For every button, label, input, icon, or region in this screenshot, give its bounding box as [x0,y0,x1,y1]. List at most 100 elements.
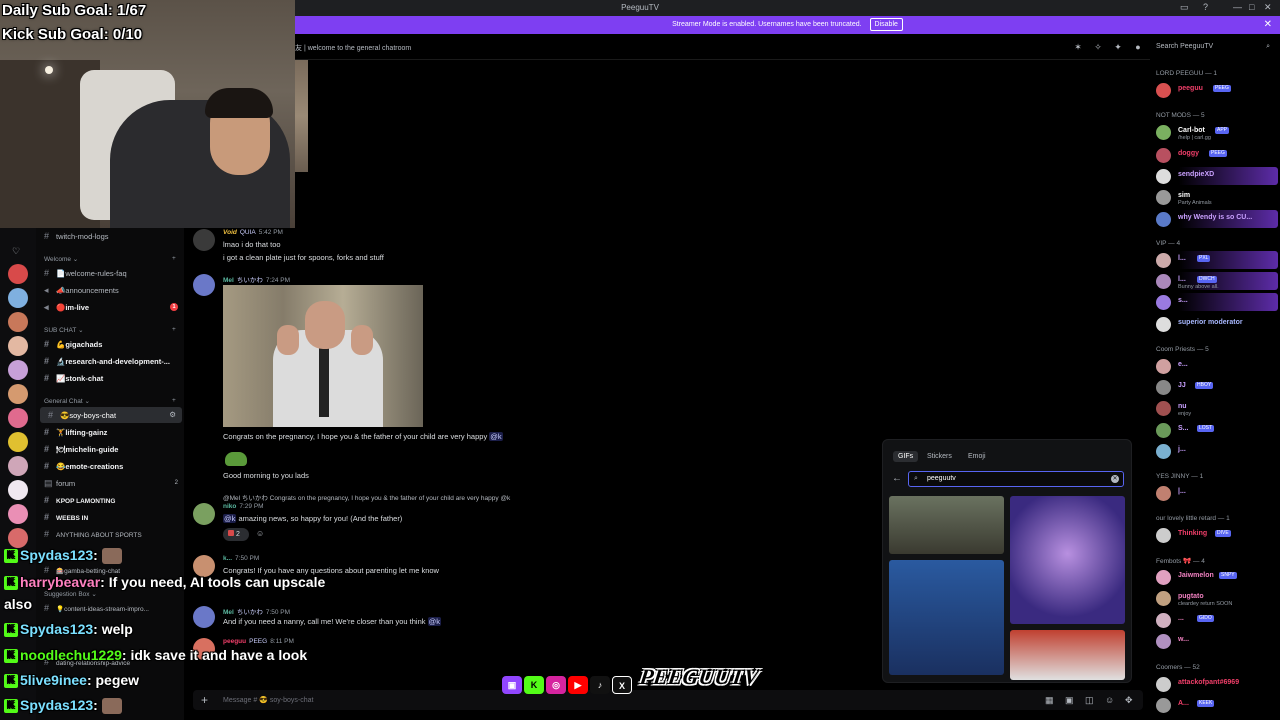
member-item[interactable]: doggy PEEG [1154,146,1278,164]
channel-twitch-mod-logs[interactable]: # twitch-mod-logs [36,228,184,244]
reply-preview[interactable]: @Mel ちいかわ Congrats on the pregnancy, I h… [223,492,510,502]
category-welcome[interactable]: Welcome ⌄ + [44,255,176,263]
channel-content-ideas[interactable]: # 💡content-ideas-stream-impro... [36,600,184,616]
server-icon[interactable] [8,456,28,476]
threads-icon[interactable]: ✶ [1073,42,1083,52]
avatar[interactable] [193,274,215,296]
emoji-icon[interactable]: ☺ [1105,695,1114,705]
apps-icon[interactable]: ✥ [1125,695,1133,706]
category-general-chat[interactable]: General Chat ⌄ + [44,397,176,405]
channel-weebs-in[interactable]: # WEEBS IN [36,509,184,525]
member-item[interactable]: S... LOST [1154,421,1278,439]
server-icon[interactable] [8,504,28,524]
back-arrow-icon[interactable]: ← [892,473,902,484]
member-item[interactable]: nu enjoy [1154,399,1278,417]
channel-soy-boys-chat[interactable]: # 😎soy-boys-chat ⚙ [40,407,182,423]
category-sub-chat[interactable]: SUB CHAT ⌄ + [44,326,176,334]
member-item[interactable]: s... [1154,293,1278,311]
avatar[interactable] [193,229,215,251]
server-icon[interactable] [8,480,28,500]
add-attachment-icon[interactable]: + [201,693,208,707]
channel-kpop-lamonting[interactable]: # KPOP LAMONTING [36,492,184,508]
reaction-button[interactable]: 2 [223,528,249,541]
channel-emote-creations[interactable]: # 😂emote-creations [36,458,184,474]
avatar[interactable] [193,606,215,628]
member-item[interactable]: w... [1154,632,1278,650]
member-item[interactable]: A... KEEK [1154,696,1278,714]
member-item[interactable]: Jaiwmelon SNPY [1154,568,1278,586]
server-icon[interactable] [8,312,28,332]
mention[interactable]: @k [223,514,237,523]
add-channel-icon[interactable]: + [172,397,176,404]
channel-gigachads[interactable]: # 💪gigachads [36,336,184,352]
tab-stickers[interactable]: Stickers [922,451,957,462]
member-item[interactable]: l... PXL [1154,251,1278,269]
member-item[interactable]: sendpieXD [1154,167,1278,185]
server-icon[interactable] [8,408,28,428]
channel-forum[interactable]: ▤ forum 2 [36,475,184,491]
gift-icon[interactable]: ▦ [1045,695,1054,706]
pin-icon[interactable]: ✦ [1113,42,1123,52]
author-name[interactable]: Mel [223,609,234,616]
member-item[interactable]: JJ HBOY [1154,378,1278,396]
inbox-icon[interactable]: ▭ [1180,2,1189,13]
member-item[interactable]: peeguu PEEG [1154,81,1278,99]
member-item[interactable]: Thinking DIVE [1154,526,1278,544]
server-icon[interactable] [8,432,28,452]
channel-im-live[interactable]: ◂ 🔴im-live 1 [36,299,184,315]
gif-result[interactable] [889,560,1004,675]
channel-stonk-chat[interactable]: # 📈stonk-chat [36,370,184,386]
channel-announcements[interactable]: ◂ 📣announcements [36,282,184,298]
member-item[interactable]: attackofpant#6969 [1154,675,1278,693]
gif-result[interactable] [1010,496,1125,624]
friends-icon[interactable]: ♡ [12,246,20,257]
mention[interactable]: @k [427,617,441,626]
member-item[interactable]: pugtato cleardey return SOON [1154,589,1278,607]
author-name[interactable]: Void [223,229,237,236]
add-channel-icon[interactable]: + [172,326,176,333]
channel-research-and-development[interactable]: # 🔬research-and-development-... [36,353,184,369]
member-item[interactable]: sim Party Animals [1154,188,1278,206]
minimize-button[interactable]: — [1233,2,1242,12]
author-name[interactable]: niko [223,503,236,510]
add-reaction-icon[interactable]: ☺ [256,529,264,538]
maximize-button[interactable]: □ [1249,2,1254,12]
server-icon[interactable] [8,384,28,404]
banner-close-icon[interactable]: ✕ [1264,16,1272,34]
notification-icon[interactable]: ✧ [1093,42,1103,52]
member-item[interactable]: |... [1154,484,1278,502]
settings-icon[interactable]: ⚙ [169,407,176,423]
sticker-icon[interactable]: ◫ [1085,695,1094,706]
channel-anything-about-sports[interactable]: # ANYTHING ABOUT SPORTS [36,526,184,542]
channel-welcome-rules-faq[interactable]: # 📄welcome-rules-faq [36,265,184,281]
server-icon[interactable] [8,264,28,284]
author-name[interactable]: Mel [223,277,234,284]
clear-search-icon[interactable]: ✕ [1111,475,1119,483]
search-input[interactable]: Search PeeguuTV ⌕ [1152,39,1274,55]
add-channel-icon[interactable]: + [172,255,176,262]
member-item[interactable]: why Wendy is so CU... [1154,210,1278,228]
category-suggestion-box[interactable]: Suggestion Box ⌄ [44,590,97,598]
avatar[interactable] [193,503,215,525]
member-item[interactable]: Carl-bot APP/help | carl.gg [1154,123,1278,141]
mention[interactable]: @k [489,432,503,441]
members-icon[interactable]: ● [1133,42,1143,52]
member-item[interactable]: l... DWCH Bunny above all. [1154,272,1278,290]
server-icon[interactable] [8,360,28,380]
help-icon[interactable]: ? [1203,2,1208,12]
author-name[interactable]: peeguu [223,638,246,645]
author-name[interactable]: k... [223,555,232,562]
tab-emoji[interactable]: Emoji [963,451,991,462]
gif-search-input[interactable]: ⌕ peeguutv ✕ [908,471,1124,487]
channel-lifting-gainz[interactable]: # 🏋lifting-gainz [36,424,184,440]
disable-button[interactable]: Disable [869,18,903,31]
tab-gifs[interactable]: GIFs [893,451,919,462]
gif-icon[interactable]: ▣ [1065,695,1074,706]
server-icon[interactable] [8,288,28,308]
gif-attachment[interactable] [223,285,423,427]
channel-michelin-guide[interactable]: # 🍽michelin-guide [36,441,184,457]
member-item[interactable]: j... [1154,442,1278,460]
member-item[interactable]: e... [1154,357,1278,375]
gif-result[interactable] [1010,630,1125,680]
server-icon[interactable] [8,528,28,548]
